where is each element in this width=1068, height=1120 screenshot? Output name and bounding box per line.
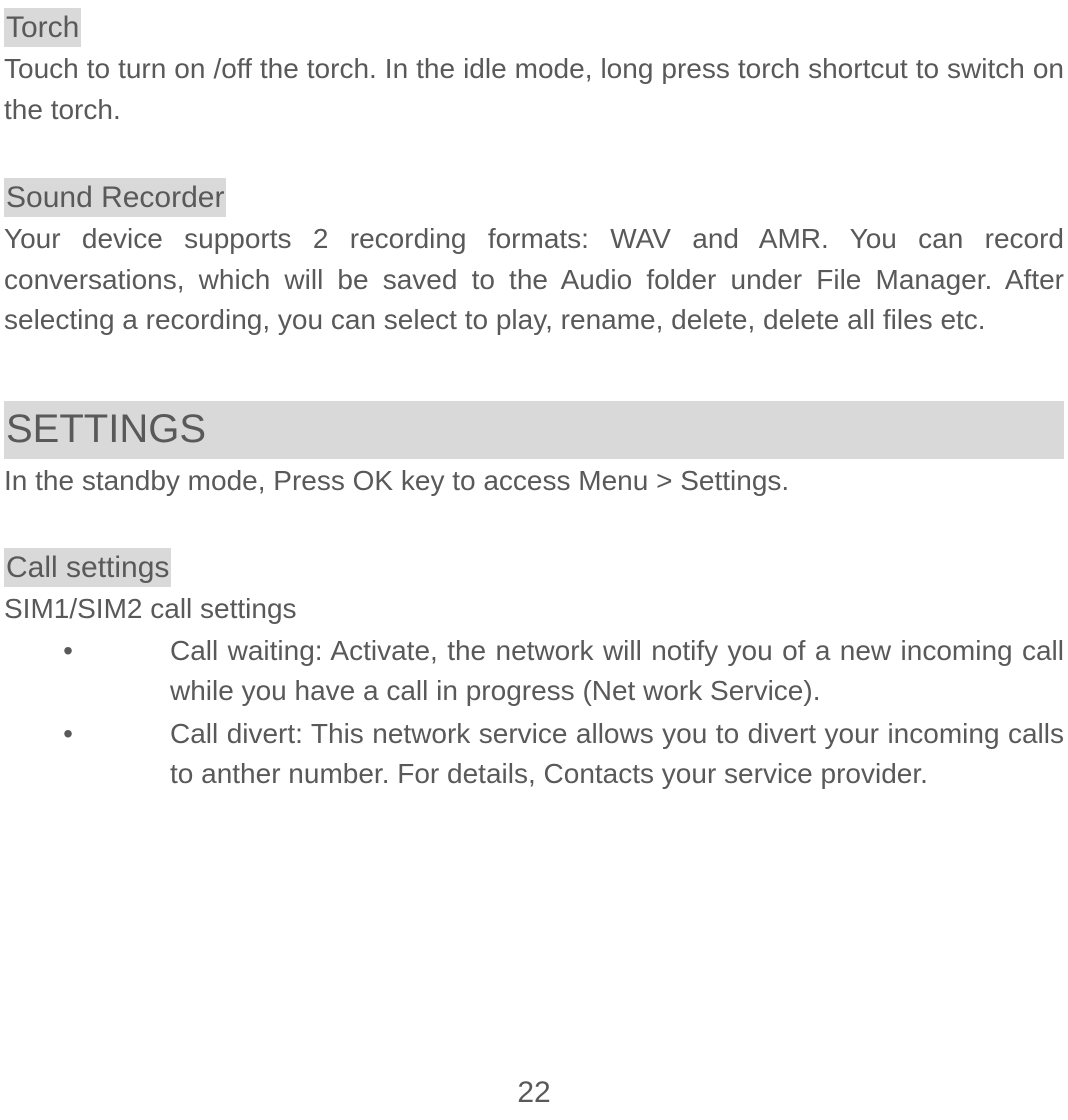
bullet-marker: • — [4, 631, 92, 712]
settings-heading: SETTINGS — [4, 401, 1064, 459]
bullet-content: Call waiting: Activate, the network will… — [92, 631, 1064, 712]
bullet-content: Call divert: This network service allows… — [92, 714, 1064, 795]
bullet-item: • Call waiting: Activate, the network wi… — [4, 631, 1064, 712]
sim-call-settings-subheading: SIM1/SIM2 call settings — [4, 593, 1064, 625]
torch-body: Touch to turn on /off the torch. In the … — [4, 49, 1064, 130]
call-settings-heading: Call settings — [4, 548, 171, 587]
torch-heading: Torch — [4, 8, 81, 47]
page-number: 22 — [0, 1076, 1068, 1110]
settings-intro: In the standby mode, Press OK key to acc… — [4, 461, 1064, 502]
bullet-label: Call waiting: — [170, 635, 330, 666]
sound-recorder-body: Your device supports 2 recording formats… — [4, 219, 1064, 341]
bullet-item: • Call divert: This network service allo… — [4, 714, 1064, 795]
sound-recorder-heading: Sound Recorder — [4, 178, 226, 217]
bullet-list: • Call waiting: Activate, the network wi… — [4, 631, 1064, 795]
bullet-marker: • — [4, 714, 92, 795]
bullet-label: Call divert: — [170, 718, 311, 749]
